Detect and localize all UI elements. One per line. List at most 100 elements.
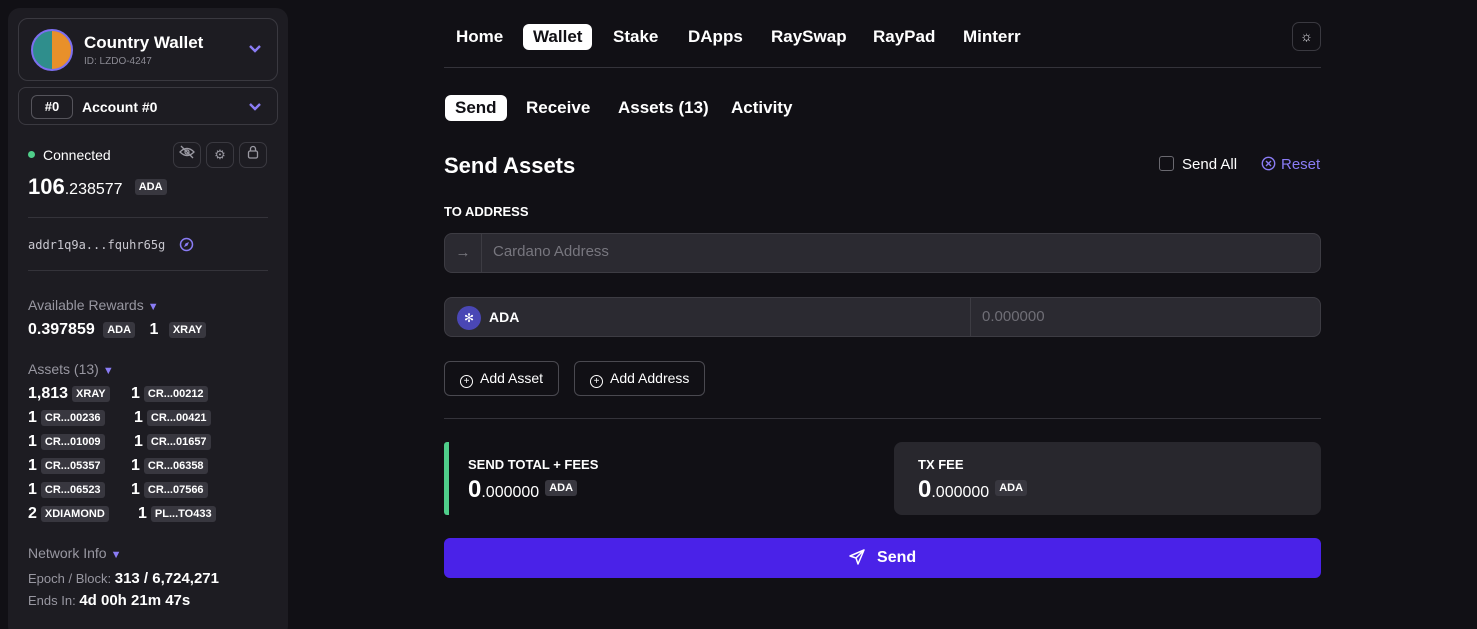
status-indicator [28, 151, 35, 158]
chevron-down-icon: ▼ [102, 365, 114, 377]
account-name: Account #0 [82, 99, 158, 115]
divider [444, 67, 1321, 68]
asset-name: XRAY [72, 385, 110, 402]
nav-rayswap[interactable]: RaySwap [761, 24, 857, 50]
account-selector[interactable]: #0 Account #0 [18, 87, 278, 125]
rewards-values: 0.397859 ADA 1 XRAY [28, 321, 207, 339]
paper-plane-icon [849, 549, 869, 566]
rewards-xray-value: 1 [149, 321, 159, 338]
gear-icon[interactable]: ⚙ [206, 142, 234, 168]
asset-row: 1 CR...00236 1 CR...00421 [28, 409, 278, 433]
wallet-address[interactable]: addr1q9a...fquhr65g [28, 237, 194, 252]
asset-qty: 1 [138, 505, 147, 522]
asset-qty: 1 [28, 481, 37, 498]
asset-name: CR...01009 [40, 433, 105, 450]
balance-unit: ADA [134, 179, 167, 195]
asset-name: XDIAMOND [40, 505, 109, 522]
epoch-value: 313 / 6,724,271 [114, 570, 219, 587]
asset-name: CR...00421 [146, 409, 211, 426]
eye-off-icon[interactable] [173, 142, 201, 168]
asset-name: CR...05357 [40, 457, 105, 474]
wallet-selector[interactable]: Country Wallet ID: LZDO-4247 [18, 18, 278, 81]
nav-stake[interactable]: Stake [603, 24, 668, 50]
tab-assets[interactable]: Assets (13) [608, 95, 719, 121]
ends-label: Ends In: [28, 593, 76, 608]
divider [444, 418, 1321, 419]
nav-raypad[interactable]: RayPad [863, 24, 945, 50]
add-address-label: Add Address [610, 370, 690, 386]
asset-name: ADA [489, 309, 520, 325]
asset-qty: 1 [131, 385, 140, 402]
sun-icon[interactable]: ☼ [1292, 22, 1321, 51]
wallet-id: ID: LZDO-4247 [84, 56, 152, 67]
rewards-toggle[interactable]: Available Rewards ▼ [28, 297, 159, 313]
divider [28, 217, 268, 218]
asset-item: 1 CR...01657 [134, 433, 211, 451]
assets-toggle[interactable]: Assets (13) ▼ [28, 361, 114, 377]
chevron-down-icon[interactable] [248, 43, 262, 57]
asset-item: 1 CR...06358 [131, 457, 208, 475]
asset-item: 1 CR...07566 [131, 481, 208, 499]
account-badge: #0 [31, 95, 73, 119]
amount-input[interactable] [982, 308, 1302, 325]
asset-item: 1 CR...01009 [28, 433, 105, 451]
page-title: Send Assets [444, 153, 576, 178]
cardano-icon: ✻ [457, 306, 481, 330]
fee-unit: ADA [995, 480, 1028, 496]
close-circle-icon [1261, 156, 1276, 171]
nav-minterr[interactable]: Minterr [953, 24, 1031, 50]
fee-decimal: .000000 [931, 484, 990, 501]
ends-value: 4d 00h 21m 47s [79, 592, 191, 609]
reset-label: Reset [1281, 156, 1321, 173]
asset-row: 1 CR...01009 1 CR...01657 [28, 433, 278, 457]
asset-item: 1 PL...TO433 [138, 505, 216, 523]
compass-icon[interactable] [179, 237, 194, 252]
asset-item: 1 CR...06523 [28, 481, 105, 499]
asset-item: 1 CR...00421 [134, 409, 211, 427]
assets-label: Assets (13) [28, 361, 99, 377]
asset-row: 1,813 XRAY 1 CR...00212 [28, 385, 278, 409]
balance-integer: 106 [28, 174, 65, 199]
rewards-ada-unit: ADA [103, 321, 136, 338]
address-input[interactable] [493, 243, 1293, 260]
plus-circle-icon: + [460, 375, 473, 388]
reset-button[interactable]: Reset [1261, 156, 1320, 173]
add-asset-label: Add Asset [480, 370, 544, 386]
send-total-value: 0.000000 ADA [468, 476, 578, 504]
asset-qty: 1 [131, 481, 140, 498]
asset-row: 2 XDIAMOND 1 PL...TO433 [28, 505, 278, 529]
asset-item: 2 XDIAMOND [28, 505, 109, 523]
send-button[interactable]: Send [444, 538, 1321, 578]
nav-dapps[interactable]: DApps [678, 24, 753, 50]
chevron-down-icon: ▼ [110, 549, 122, 561]
total-decimal: .000000 [481, 484, 540, 501]
nav-home[interactable]: Home [446, 24, 513, 50]
epoch-label: Epoch / Block: [28, 571, 112, 586]
asset-qty: 1 [28, 409, 37, 426]
total-unit: ADA [545, 480, 578, 496]
asset-name: CR...07566 [143, 481, 208, 498]
add-address-button[interactable]: + Add Address [574, 361, 706, 396]
divider [28, 270, 268, 271]
send-all-checkbox[interactable]: Send All [1159, 156, 1237, 173]
tab-receive[interactable]: Receive [516, 95, 600, 121]
chevron-down-icon[interactable] [248, 101, 262, 115]
tx-fee-label: TX FEE [918, 457, 964, 472]
tab-activity[interactable]: Activity [721, 95, 802, 121]
connection-status: Connected [43, 147, 111, 163]
network-label: Network Info [28, 545, 107, 561]
nav-wallet[interactable]: Wallet [523, 24, 593, 50]
lock-icon[interactable] [239, 142, 267, 168]
rewards-label: Available Rewards [28, 297, 144, 313]
asset-name: PL...TO433 [150, 505, 216, 522]
asset-qty: 1 [134, 409, 143, 426]
asset-name: CR...06523 [40, 481, 105, 498]
chevron-down-icon: ▼ [147, 301, 159, 313]
network-toggle[interactable]: Network Info ▼ [28, 545, 121, 561]
add-asset-button[interactable]: + Add Asset [444, 361, 560, 396]
fee-integer: 0 [918, 476, 932, 503]
asset-amount-row: ✻ ADA [444, 297, 1321, 337]
checkbox-box[interactable] [1159, 156, 1174, 171]
tab-send[interactable]: Send [445, 95, 507, 121]
asset-qty: 1 [134, 433, 143, 450]
